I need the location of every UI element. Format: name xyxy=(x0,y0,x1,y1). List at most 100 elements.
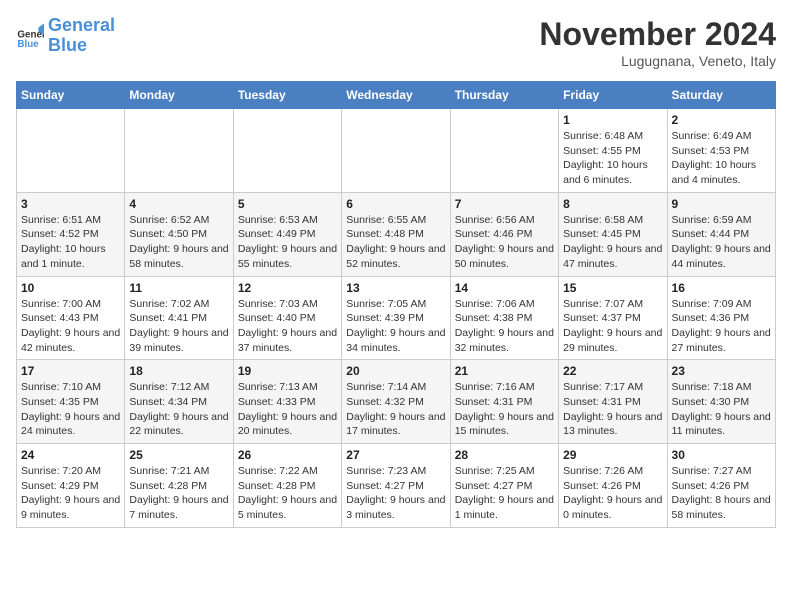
day-info: Sunrise: 7:21 AM Sunset: 4:28 PM Dayligh… xyxy=(129,464,228,523)
calendar-cell xyxy=(17,109,125,193)
weekday-header: Monday xyxy=(125,82,233,109)
day-number: 26 xyxy=(238,448,337,462)
calendar-cell: 8 Sunrise: 6:58 AM Sunset: 4:45 PM Daylig… xyxy=(559,192,667,276)
weekday-header: Sunday xyxy=(17,82,125,109)
calendar-cell: 20 Sunrise: 7:14 AM Sunset: 4:32 PM Dayli… xyxy=(342,360,450,444)
calendar-week: 3 Sunrise: 6:51 AM Sunset: 4:52 PM Daylig… xyxy=(17,192,776,276)
logo-icon: General Blue xyxy=(16,22,44,50)
day-info: Sunrise: 6:56 AM Sunset: 4:46 PM Dayligh… xyxy=(455,213,554,272)
calendar-cell: 3 Sunrise: 6:51 AM Sunset: 4:52 PM Daylig… xyxy=(17,192,125,276)
calendar-body: 1 Sunrise: 6:48 AM Sunset: 4:55 PM Daylig… xyxy=(17,109,776,528)
day-info: Sunrise: 7:26 AM Sunset: 4:26 PM Dayligh… xyxy=(563,464,662,523)
calendar-cell: 22 Sunrise: 7:17 AM Sunset: 4:31 PM Dayli… xyxy=(559,360,667,444)
day-info: Sunrise: 7:13 AM Sunset: 4:33 PM Dayligh… xyxy=(238,380,337,439)
day-info: Sunrise: 7:16 AM Sunset: 4:31 PM Dayligh… xyxy=(455,380,554,439)
day-info: Sunrise: 7:00 AM Sunset: 4:43 PM Dayligh… xyxy=(21,297,120,356)
day-number: 22 xyxy=(563,364,662,378)
day-info: Sunrise: 6:55 AM Sunset: 4:48 PM Dayligh… xyxy=(346,213,445,272)
day-info: Sunrise: 6:58 AM Sunset: 4:45 PM Dayligh… xyxy=(563,213,662,272)
day-info: Sunrise: 7:05 AM Sunset: 4:39 PM Dayligh… xyxy=(346,297,445,356)
calendar-cell: 14 Sunrise: 7:06 AM Sunset: 4:38 PM Dayli… xyxy=(450,276,558,360)
calendar-cell xyxy=(450,109,558,193)
day-number: 8 xyxy=(563,197,662,211)
weekday-header: Wednesday xyxy=(342,82,450,109)
calendar-cell: 11Sunrise: 7:02 AM Sunset: 4:41 PM Dayli… xyxy=(125,276,233,360)
day-info: Sunrise: 7:09 AM Sunset: 4:36 PM Dayligh… xyxy=(672,297,771,356)
day-info: Sunrise: 7:03 AM Sunset: 4:40 PM Dayligh… xyxy=(238,297,337,356)
weekday-header: Thursday xyxy=(450,82,558,109)
day-number: 3 xyxy=(21,197,120,211)
day-number: 17 xyxy=(21,364,120,378)
weekday-header: Tuesday xyxy=(233,82,341,109)
calendar-cell xyxy=(125,109,233,193)
calendar-cell: 13 Sunrise: 7:05 AM Sunset: 4:39 PM Dayli… xyxy=(342,276,450,360)
day-info: Sunrise: 7:25 AM Sunset: 4:27 PM Dayligh… xyxy=(455,464,554,523)
day-info: Sunrise: 6:49 AM Sunset: 4:53 PM Dayligh… xyxy=(672,129,771,188)
day-info: Sunrise: 7:20 AM Sunset: 4:29 PM Dayligh… xyxy=(21,464,120,523)
calendar-week: 1 Sunrise: 6:48 AM Sunset: 4:55 PM Daylig… xyxy=(17,109,776,193)
day-number: 29 xyxy=(563,448,662,462)
calendar-week: 24 Sunrise: 7:20 AM Sunset: 4:29 PM Dayli… xyxy=(17,444,776,528)
day-number: 4 xyxy=(129,197,228,211)
day-number: 10 xyxy=(21,281,120,295)
month-title: November 2024 xyxy=(539,16,776,53)
day-number: 15 xyxy=(563,281,662,295)
calendar-cell: 30Sunrise: 7:27 AM Sunset: 4:26 PM Dayli… xyxy=(667,444,775,528)
calendar-cell: 5 Sunrise: 6:53 AM Sunset: 4:49 PM Daylig… xyxy=(233,192,341,276)
day-number: 16 xyxy=(672,281,771,295)
calendar-cell: 18Sunrise: 7:12 AM Sunset: 4:34 PM Dayli… xyxy=(125,360,233,444)
calendar-cell: 4 Sunrise: 6:52 AM Sunset: 4:50 PM Daylig… xyxy=(125,192,233,276)
day-info: Sunrise: 7:07 AM Sunset: 4:37 PM Dayligh… xyxy=(563,297,662,356)
day-info: Sunrise: 7:27 AM Sunset: 4:26 PM Dayligh… xyxy=(672,464,771,523)
day-info: Sunrise: 7:17 AM Sunset: 4:31 PM Dayligh… xyxy=(563,380,662,439)
day-number: 19 xyxy=(238,364,337,378)
day-number: 5 xyxy=(238,197,337,211)
day-info: Sunrise: 6:59 AM Sunset: 4:44 PM Dayligh… xyxy=(672,213,771,272)
day-info: Sunrise: 7:23 AM Sunset: 4:27 PM Dayligh… xyxy=(346,464,445,523)
day-info: Sunrise: 6:51 AM Sunset: 4:52 PM Dayligh… xyxy=(21,213,120,272)
day-number: 28 xyxy=(455,448,554,462)
day-number: 1 xyxy=(563,113,662,127)
logo: General Blue General Blue xyxy=(16,16,115,56)
weekday-row: SundayMondayTuesdayWednesdayThursdayFrid… xyxy=(17,82,776,109)
day-info: Sunrise: 6:52 AM Sunset: 4:50 PM Dayligh… xyxy=(129,213,228,272)
day-number: 23 xyxy=(672,364,771,378)
day-number: 9 xyxy=(672,197,771,211)
day-info: Sunrise: 7:06 AM Sunset: 4:38 PM Dayligh… xyxy=(455,297,554,356)
calendar-cell: 16 Sunrise: 7:09 AM Sunset: 4:36 PM Dayli… xyxy=(667,276,775,360)
calendar-cell: 26Sunrise: 7:22 AM Sunset: 4:28 PM Dayli… xyxy=(233,444,341,528)
calendar-cell: 12Sunrise: 7:03 AM Sunset: 4:40 PM Dayli… xyxy=(233,276,341,360)
location: Lugugnana, Veneto, Italy xyxy=(539,53,776,69)
calendar-cell: 23Sunrise: 7:18 AM Sunset: 4:30 PM Dayli… xyxy=(667,360,775,444)
calendar-cell: 9 Sunrise: 6:59 AM Sunset: 4:44 PM Daylig… xyxy=(667,192,775,276)
day-number: 24 xyxy=(21,448,120,462)
page-header: General Blue General Blue November 2024 … xyxy=(16,16,776,69)
day-info: Sunrise: 6:53 AM Sunset: 4:49 PM Dayligh… xyxy=(238,213,337,272)
calendar-week: 17 Sunrise: 7:10 AM Sunset: 4:35 PM Dayli… xyxy=(17,360,776,444)
day-number: 14 xyxy=(455,281,554,295)
calendar-cell: 10 Sunrise: 7:00 AM Sunset: 4:43 PM Dayli… xyxy=(17,276,125,360)
calendar-cell: 6 Sunrise: 6:55 AM Sunset: 4:48 PM Daylig… xyxy=(342,192,450,276)
day-number: 25 xyxy=(129,448,228,462)
calendar-cell xyxy=(233,109,341,193)
day-number: 13 xyxy=(346,281,445,295)
calendar-cell: 27 Sunrise: 7:23 AM Sunset: 4:27 PM Dayli… xyxy=(342,444,450,528)
calendar-cell: 28 Sunrise: 7:25 AM Sunset: 4:27 PM Dayli… xyxy=(450,444,558,528)
day-number: 21 xyxy=(455,364,554,378)
day-number: 20 xyxy=(346,364,445,378)
day-number: 7 xyxy=(455,197,554,211)
day-info: Sunrise: 7:10 AM Sunset: 4:35 PM Dayligh… xyxy=(21,380,120,439)
day-number: 27 xyxy=(346,448,445,462)
day-number: 6 xyxy=(346,197,445,211)
calendar-cell: 21 Sunrise: 7:16 AM Sunset: 4:31 PM Dayli… xyxy=(450,360,558,444)
calendar: SundayMondayTuesdayWednesdayThursdayFrid… xyxy=(16,81,776,528)
calendar-week: 10 Sunrise: 7:00 AM Sunset: 4:43 PM Dayli… xyxy=(17,276,776,360)
weekday-header: Friday xyxy=(559,82,667,109)
day-info: Sunrise: 6:48 AM Sunset: 4:55 PM Dayligh… xyxy=(563,129,662,188)
logo-general: General xyxy=(48,15,115,35)
calendar-cell: 19 Sunrise: 7:13 AM Sunset: 4:33 PM Dayli… xyxy=(233,360,341,444)
logo-blue: Blue xyxy=(48,35,87,55)
day-info: Sunrise: 7:12 AM Sunset: 4:34 PM Dayligh… xyxy=(129,380,228,439)
day-info: Sunrise: 7:14 AM Sunset: 4:32 PM Dayligh… xyxy=(346,380,445,439)
calendar-cell: 2Sunrise: 6:49 AM Sunset: 4:53 PM Daylig… xyxy=(667,109,775,193)
